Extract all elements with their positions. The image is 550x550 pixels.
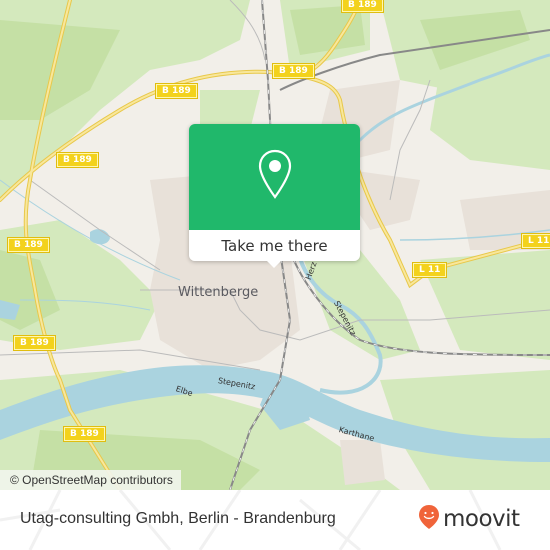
take-me-there-button[interactable]: Take me there — [189, 230, 360, 261]
road-shield-l11: L 11 — [413, 263, 447, 277]
map-attribution[interactable]: © OpenStreetMap contributors — [0, 470, 181, 490]
road-shield-b189: B 189 — [156, 84, 197, 98]
moovit-logo[interactable]: moovit — [418, 504, 520, 534]
footer-bar: Utag-consulting Gmbh, Berlin - Brandenbu… — [0, 490, 550, 550]
location-pin-icon — [257, 149, 293, 205]
road-shield-b189: B 189 — [8, 238, 49, 252]
moovit-wordmark: moovit — [443, 506, 520, 532]
road-shield-b189: B 189 — [273, 64, 314, 78]
road-shield-b189: B 189 — [342, 0, 383, 12]
road-shield-b189: B 189 — [57, 153, 98, 167]
popup-pointer — [266, 260, 282, 268]
map-view[interactable]: B 189 B 189 B 189 B 189 B 189 B 189 B 18… — [0, 0, 550, 490]
location-popup: Take me there — [189, 124, 360, 268]
road-shield-b189: B 189 — [14, 336, 55, 350]
road-shield-l11: L 11 — [522, 234, 550, 248]
place-name: Utag-consulting Gmbh, Berlin - Brandenbu… — [20, 510, 336, 527]
moovit-smile-pin-icon — [418, 504, 440, 534]
road-shield-b189: B 189 — [64, 427, 105, 441]
popup-header — [189, 124, 360, 230]
city-label: Wittenberge — [178, 285, 259, 300]
